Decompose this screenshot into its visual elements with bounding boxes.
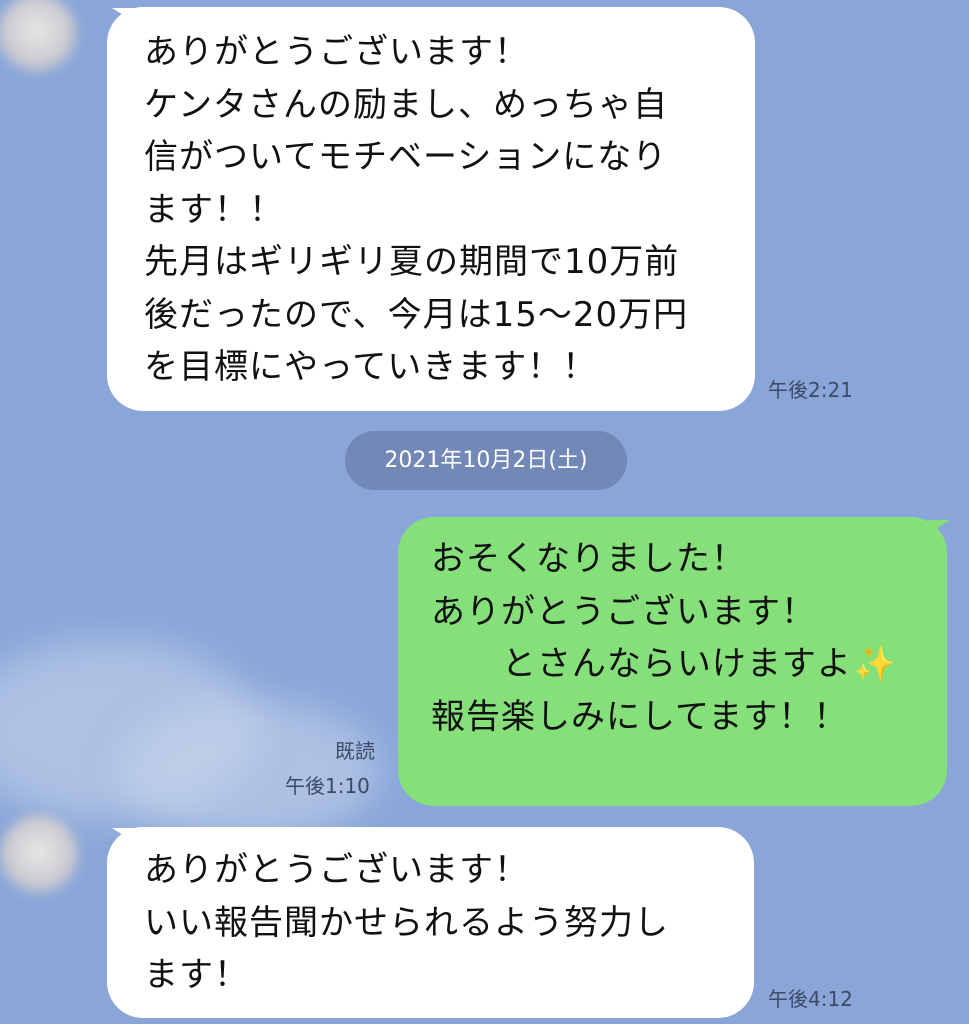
incoming-message-bubble[interactable]: ありがとうございます！ ケンタさんの励まし、めっちゃ自 信がついてモチベーション… [107, 7, 755, 411]
message-text-line: ケンタさんの励まし、めっちゃ自 [144, 84, 668, 125]
message-timestamp: 午後2:21 [768, 378, 853, 402]
message-text-line: 報告楽しみにしてます！！ [431, 696, 849, 737]
date-separator: 2021年10月2日(土) [345, 431, 627, 490]
message-timestamp: 午後1:10 [285, 774, 370, 798]
message-text-line: ます！ [144, 955, 249, 995]
outgoing-message-bubble[interactable]: おそくなりました！ ありがとうございます！ とさんならいけますよ✨ 報告楽しみに… [398, 517, 947, 806]
sparkles-icon: ✨ [853, 644, 898, 684]
read-receipt: 既読 [335, 739, 375, 763]
message-text-line: いい報告聞かせられるよう努力し [144, 902, 669, 943]
avatar[interactable] [0, 0, 78, 76]
message-text-line: を目標にやっていきます！！ [144, 347, 598, 387]
message-text-line: ます！！ [144, 189, 284, 230]
avatar[interactable] [0, 815, 80, 897]
message-text-line: ありがとうございます！ [144, 32, 529, 72]
message-text-line: 信がついてモチベーションになり [144, 137, 668, 177]
message-text-line: ありがとうございます！ [431, 591, 816, 632]
message-text-line: おそくなりました！ [431, 539, 746, 579]
incoming-message-bubble[interactable]: ありがとうございます！ いい報告聞かせられるよう努力し ます！ [107, 827, 754, 1018]
message-text-line: 後だったので、今月は15〜20万円 [144, 294, 689, 335]
message-text-fragment: とさんならいけますよ [431, 644, 852, 684]
message-text-line: ありがとうございます！ [144, 850, 529, 890]
message-text-line: 先月はギリギリ夏の期間で10万前 [144, 242, 680, 282]
message-text-line: とさんならいけますよ✨ [431, 638, 947, 691]
message-timestamp: 午後4:12 [768, 987, 853, 1011]
